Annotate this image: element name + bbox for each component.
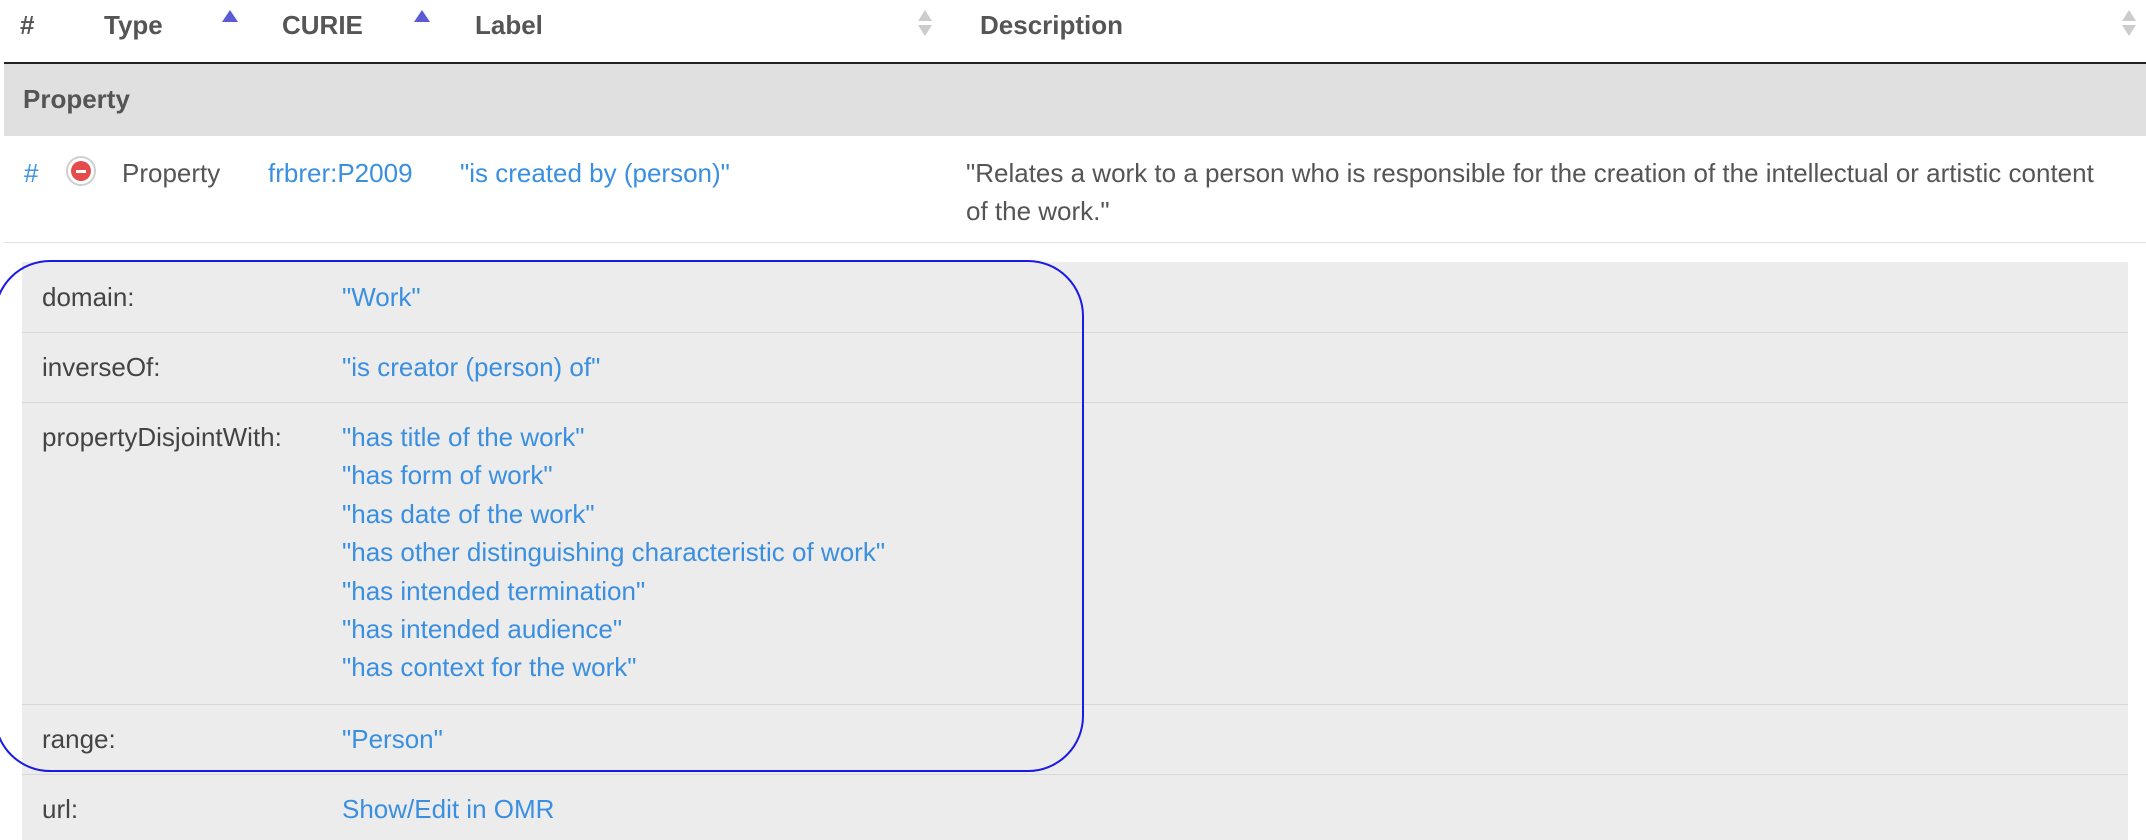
detail-value-link[interactable]: "has date of the work": [342, 495, 885, 533]
column-curie-header[interactable]: CURIE: [282, 10, 363, 40]
column-type-header[interactable]: Type: [104, 10, 163, 40]
sort-ascending-icon[interactable]: [222, 10, 238, 22]
sort-ascending-icon[interactable]: [414, 10, 430, 22]
detail-value-link[interactable]: "has intended termination": [342, 572, 885, 610]
detail-row-inverseof: inverseOf: "is creator (person) of": [22, 332, 2128, 403]
detail-label: range:: [42, 724, 116, 754]
detail-values: "Work": [342, 278, 421, 316]
group-title: Property: [23, 84, 130, 114]
column-label-header[interactable]: Label: [475, 10, 543, 40]
column-description-header[interactable]: Description: [980, 10, 1123, 40]
row-type: Property: [122, 158, 221, 188]
detail-row-propertydisjointwith: propertyDisjointWith: "has title of the …: [22, 402, 2128, 705]
detail-value-link[interactable]: "has form of work": [342, 456, 885, 494]
show-edit-omr-link[interactable]: Show/Edit in OMR: [342, 790, 554, 828]
row-curie-link[interactable]: frbrer:P2009: [268, 154, 413, 192]
detail-values: "is creator (person) of": [342, 348, 600, 386]
detail-value-link[interactable]: "is creator (person) of": [342, 348, 600, 386]
details-panel: domain: "Work" inverseOf: "is creator (p…: [22, 262, 2128, 840]
detail-value-link[interactable]: "has context for the work": [342, 648, 885, 686]
table-header: # Type CURIE Label Description: [4, 0, 2146, 64]
column-hash-header[interactable]: #: [20, 10, 34, 40]
row-description: "Relates a work to a person who is respo…: [966, 158, 2094, 226]
detail-row-url: url: Show/Edit in OMR: [22, 774, 2128, 840]
detail-row-range: range: "Person": [22, 704, 2128, 775]
detail-label: url:: [42, 794, 79, 824]
detail-row-domain: domain: "Work": [22, 262, 2128, 333]
sort-unsorted-icon[interactable]: [918, 10, 932, 42]
detail-value-link[interactable]: "has other distinguishing characteristic…: [342, 533, 885, 571]
detail-values: Show/Edit in OMR: [342, 790, 554, 828]
detail-label: propertyDisjointWith:: [42, 422, 282, 452]
detail-label: inverseOf:: [42, 352, 161, 382]
detail-value-link[interactable]: "has title of the work": [342, 418, 885, 456]
row-label-link[interactable]: "is created by (person)": [460, 154, 730, 192]
detail-label: domain:: [42, 282, 135, 312]
detail-value-link[interactable]: "has intended audience": [342, 610, 885, 648]
detail-values: "has title of the work" "has form of wor…: [342, 418, 885, 687]
detail-value-link[interactable]: "Person": [342, 720, 443, 758]
detail-values: "Person": [342, 720, 443, 758]
row-anchor-link[interactable]: #: [24, 154, 38, 192]
detail-value-link[interactable]: "Work": [342, 278, 421, 316]
table-row: # Property frbrer:P2009 "is created by (…: [4, 136, 2146, 243]
properties-table: # Type CURIE Label Description Property …: [4, 0, 2146, 243]
remove-icon[interactable]: [66, 156, 96, 186]
group-row: Property: [4, 64, 2146, 136]
sort-unsorted-icon[interactable]: [2122, 10, 2136, 42]
